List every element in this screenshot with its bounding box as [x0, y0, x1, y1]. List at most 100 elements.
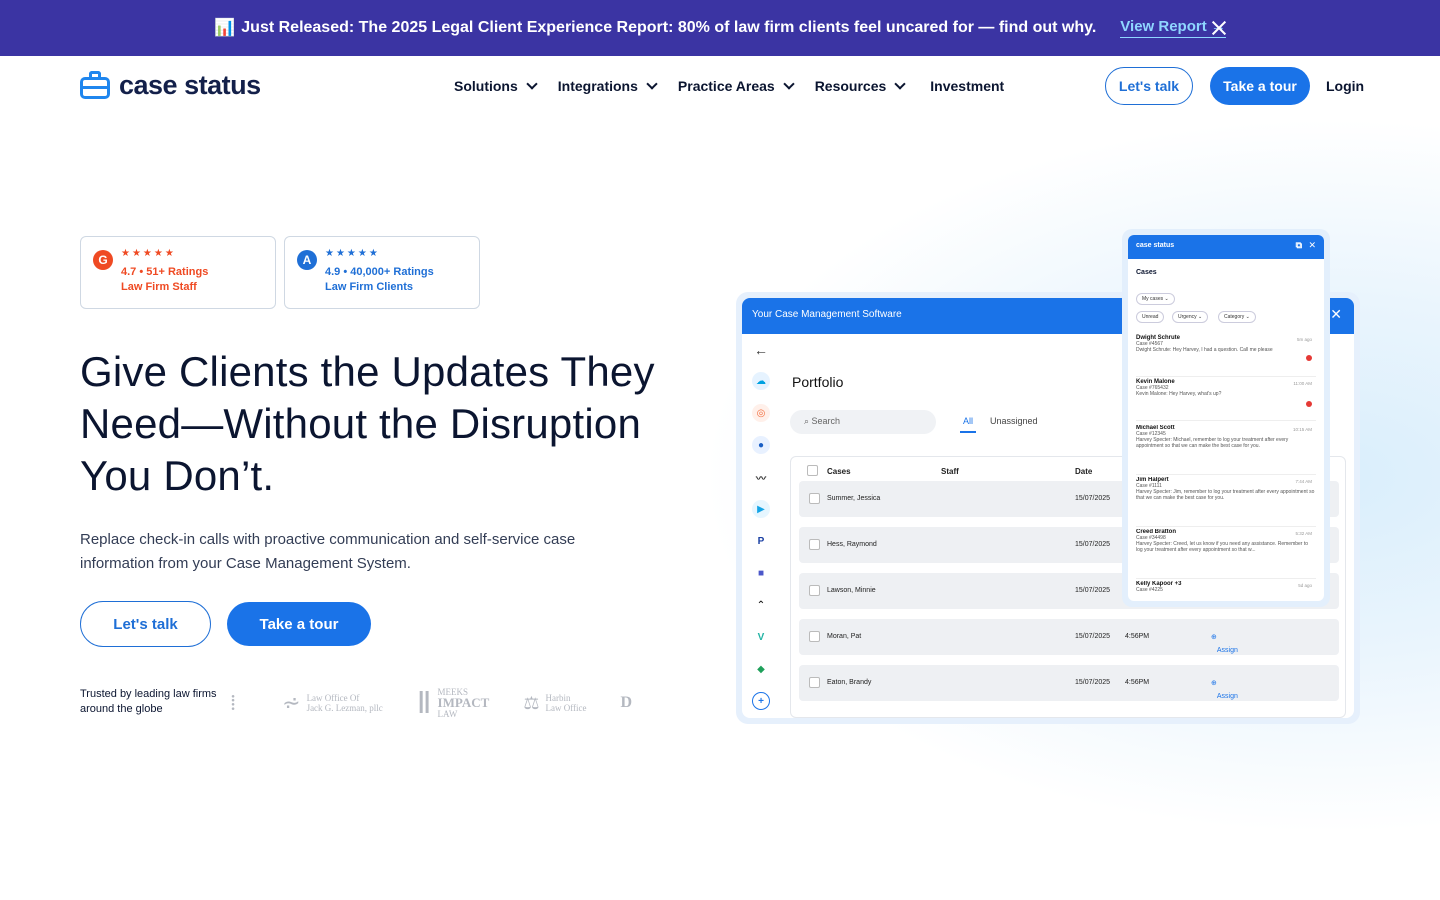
take-tour-button[interactable]: Take a tour [1210, 67, 1310, 105]
nav-resources-label: Resources [814, 78, 887, 94]
partial-logo: D [620, 694, 633, 711]
v-icon: V [757, 631, 765, 643]
filter-my-cases: My cases ⌄ [1136, 293, 1175, 305]
nav-integrations-label: Integrations [557, 78, 638, 94]
panel-header: case status ⧉ ✕ [1128, 235, 1324, 259]
external-link-icon: ⧉ [1295, 240, 1302, 250]
row-name: Moran, Pat [827, 633, 862, 640]
message-time: 7:44 AM [1295, 479, 1312, 484]
g2-rating-card: G ★★★★★ 4.7 • 51+ Ratings Law Firm Staff [80, 236, 276, 309]
message-text: Kevin Malone: Hey Harvey, what's up? [1136, 391, 1222, 397]
play-icon: ▶ [752, 500, 770, 518]
main-nav: case status Solutions Integrations Pract… [0, 56, 1440, 116]
star-rating: ★★★★★ [325, 248, 380, 259]
integration-sidebar: ☁ ◎ ● 〰 ▶ P ■ ⌃ V ◆ + [752, 372, 772, 718]
message-time: 5d ago [1298, 583, 1312, 588]
message-card: Michael Scott Case #12345 Harvey Specter… [1136, 425, 1316, 475]
message-text: Harvey Specter: Michael, remember to log… [1136, 437, 1289, 449]
nav-solutions[interactable]: Solutions [454, 78, 538, 94]
unread-dot [1306, 355, 1312, 361]
cube-icon: ■ [757, 567, 765, 579]
message-time: 11:00 AM [1293, 381, 1312, 386]
row-date: 15/07/2025 [1075, 587, 1111, 594]
mockup-search: ⌕ Search [790, 410, 936, 434]
hero-take-tour-button[interactable]: Take a tour [227, 602, 371, 646]
client-logo-strip: ⁞ ⩫ Law Office Of Jack G. Lezman, pllc Ⅱ … [230, 683, 690, 723]
rating-audience: Law Firm Staff [121, 281, 197, 293]
g2-icon: G [93, 250, 113, 270]
nav-integrations[interactable]: Integrations [557, 78, 658, 94]
banner-text: Just Released: The 2025 Legal Client Exp… [241, 19, 1097, 36]
filter-chip: Urgency ⌄ [1172, 311, 1209, 323]
message-text: Dwight Schrute: Hey Harvey, I had a ques… [1136, 347, 1273, 353]
hero-headline: Give Clients the Updates They Need—Witho… [80, 348, 655, 499]
leaf-icon: ◆ [757, 663, 765, 675]
logo[interactable]: case status [80, 70, 261, 101]
chevron-down-icon [646, 78, 658, 90]
row-time: 4:56PM [1125, 633, 1150, 640]
logo-line: LAW [437, 709, 458, 719]
cases-panel-mockup: case status ⧉ ✕ Cases My cases ⌄ Unread … [1122, 229, 1330, 607]
logo-line: IMPACT [437, 695, 490, 710]
announcement-banner: 📊 Just Released: The 2025 Legal Client E… [0, 0, 1440, 56]
nav-resources[interactable]: Resources [814, 78, 906, 94]
col-date: Date [1075, 467, 1093, 476]
close-icon: ✕ [1308, 240, 1316, 250]
table-row: Moran, Pat 15/07/2025 4:56PM ⊕ Assign [799, 619, 1339, 655]
close-icon: ✕ [1330, 306, 1342, 322]
back-arrow-icon: ← [754, 342, 768, 358]
chevron-up-icon: ⌃ [756, 599, 766, 611]
logo-line: Harbin [545, 693, 571, 703]
close-banner-icon[interactable] [1208, 17, 1230, 39]
row-assign: ⊕ Assign [1211, 680, 1238, 700]
table-row: Eaton, Brandy 15/07/2025 4:56PM ⊕ Assign [799, 665, 1339, 701]
col-staff: Staff [941, 467, 959, 476]
harbin-logo: ⚖ Harbin Law Office [523, 692, 587, 714]
row-name: Lawson, Minnie [827, 587, 876, 594]
trusted-by-text: Trusted by leading law firms around the … [80, 688, 217, 715]
signature-icon: 〰 [756, 473, 766, 485]
star-rating: ★★★★★ [121, 248, 176, 259]
row-time: 4:56PM [1125, 679, 1150, 686]
message-card: Creed Bratton Case #34498 Harvey Specter… [1136, 529, 1316, 579]
tab-unassigned: Unassigned [990, 416, 1038, 426]
panel-title: case status [1136, 242, 1175, 249]
search-placeholder: Search [811, 416, 841, 426]
salesforce-icon: ☁ [752, 372, 770, 390]
briefcase-icon [80, 70, 110, 101]
message-time: 5m ago [1296, 337, 1312, 342]
unread-dot [1306, 401, 1312, 407]
row-name: Eaton, Brandy [827, 679, 872, 686]
lezman-logo: ⩫ Law Office Of Jack G. Lezman, pllc [282, 690, 383, 715]
rating-audience: Law Firm Clients [325, 281, 414, 293]
logo-line: Jack G. Lezman, pllc [306, 703, 383, 713]
nav-investment[interactable]: Investment [930, 78, 1004, 94]
message-case: Case #4225 [1136, 587, 1163, 593]
col-cases: Cases [827, 467, 851, 476]
row-date: 15/07/2025 [1075, 541, 1111, 548]
panel-heading: Cases [1136, 269, 1157, 276]
message-card: Kelly Kapoor +3 Case #4225 5d ago [1136, 581, 1316, 601]
nav-practice-areas[interactable]: Practice Areas [678, 78, 795, 94]
lets-talk-button[interactable]: Let's talk [1105, 67, 1193, 105]
filter-chip: Category ⌄ [1218, 311, 1256, 323]
hero-lets-talk-button[interactable]: Let's talk [80, 601, 211, 647]
rating-score: 4.7 • 51+ Ratings [121, 266, 209, 278]
logo-line: Law Office [545, 703, 587, 713]
chevron-down-icon [894, 78, 906, 90]
message-card: Dwight Schrute Case #4567 Dwight Schrute… [1136, 335, 1316, 377]
rating-score: 4.9 • 40,000+ Ratings [325, 266, 434, 278]
message-time: 10:15 AM [1292, 427, 1312, 432]
tab-all: All [960, 416, 977, 433]
logo-text: case status [119, 70, 261, 100]
login-link[interactable]: Login [1326, 78, 1364, 94]
mockup-title: Your Case Management Software [752, 309, 902, 320]
app-store-icon: A [297, 250, 317, 270]
message-card: Kevin Malone Case #765432 Kevin Malone: … [1136, 379, 1316, 421]
nav-menu: Solutions Integrations Practice Areas Re… [454, 56, 1026, 116]
meeks-logo: Ⅱ MEEKS IMPACT LAW [416, 686, 490, 720]
nav-solutions-label: Solutions [454, 78, 518, 94]
chart-emoji-icon: 📊 [214, 18, 236, 37]
filter-chip: Unread [1136, 311, 1165, 323]
integration-icon: ◎ [752, 404, 770, 422]
